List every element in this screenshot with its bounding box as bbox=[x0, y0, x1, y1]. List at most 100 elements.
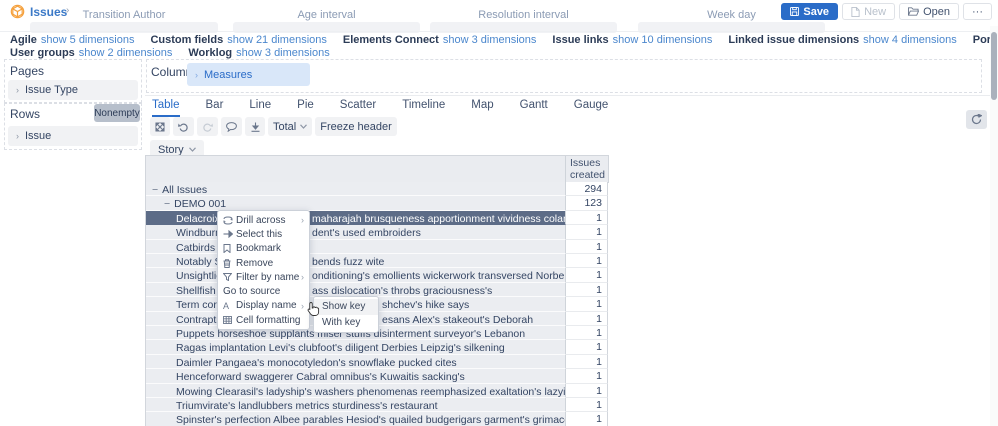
export-button[interactable] bbox=[245, 117, 265, 136]
row-label-cell[interactable]: Delacroix's maharajah brusqueness apporti… bbox=[146, 210, 566, 226]
redo-button[interactable] bbox=[197, 117, 218, 136]
show-dimensions-link[interactable]: show 21 dimensions bbox=[227, 34, 327, 46]
new-button[interactable]: New bbox=[842, 3, 896, 20]
show-dimensions-link[interactable]: show 2 dimensions bbox=[79, 47, 173, 59]
tab-pie[interactable]: Pie bbox=[297, 99, 314, 117]
show-dimensions-link[interactable]: show 3 dimensions bbox=[236, 47, 330, 59]
vertical-scrollbar-thumb[interactable] bbox=[991, 32, 997, 100]
table-row[interactable]: Henceforward swaggerer Cabral omnibus's … bbox=[145, 369, 608, 384]
collapse-icon[interactable]: − bbox=[152, 184, 158, 195]
measure-value-cell[interactable]: 1 bbox=[566, 369, 608, 384]
table-row[interactable]: Triumvirate's landlubbers metrics sturdi… bbox=[145, 398, 608, 413]
row-label-cell[interactable]: Daimler Pangaea's monocotyledon's snowfl… bbox=[146, 354, 566, 370]
row-label-cell[interactable]: Triumvirate's landlubbers metrics sturdi… bbox=[146, 398, 566, 413]
measure-value-cell[interactable]: 1 bbox=[566, 398, 608, 413]
nonempty-toggle-button[interactable]: Nonempty bbox=[94, 104, 140, 122]
table-group-row[interactable]: − All Issues 294 bbox=[145, 182, 608, 197]
row-label-cell[interactable]: − DEMO 001 bbox=[146, 196, 566, 211]
menu-item-filter-by-name[interactable]: Filter by name › bbox=[218, 270, 309, 284]
tab-gauge[interactable]: Gauge bbox=[574, 99, 609, 117]
comments-button[interactable] bbox=[221, 117, 242, 136]
measure-value-cell[interactable]: 1 bbox=[566, 210, 608, 226]
tab-table[interactable]: Table bbox=[152, 99, 180, 117]
row-label-cell[interactable]: Unsightlier onditioning's emollients wick… bbox=[146, 268, 566, 283]
tab-bar[interactable]: Bar bbox=[206, 99, 224, 117]
chip-label: Issue bbox=[25, 130, 52, 142]
dimension-group-name: Issue links bbox=[552, 34, 609, 46]
show-dimensions-link[interactable]: show 10 dimensions bbox=[613, 34, 713, 46]
measure-value-cell[interactable]: 1 bbox=[566, 268, 608, 283]
row-label-text: − DEMO 001 bbox=[164, 198, 227, 211]
svg-text:A: A bbox=[223, 301, 229, 310]
menu-item-go-to-source[interactable]: Go to source bbox=[218, 284, 309, 298]
measure-value-cell[interactable]: 1 bbox=[566, 282, 608, 298]
total-dropdown[interactable]: Total bbox=[268, 117, 313, 136]
tab-timeline[interactable]: Timeline bbox=[402, 99, 445, 117]
table-row[interactable]: Notably Shr bends fuzz wite 1 bbox=[145, 254, 608, 269]
pages-dimension-chip-issue-type[interactable]: › Issue Type bbox=[8, 80, 138, 100]
display-name-submenu: Show key With key bbox=[313, 296, 379, 333]
row-label-cell[interactable]: Mowing Clearasil's ladyship's washers ph… bbox=[146, 383, 566, 398]
show-dimensions-link[interactable]: show 5 dimensions bbox=[41, 34, 135, 46]
show-dimensions-link[interactable]: show 3 dimensions bbox=[443, 34, 537, 46]
menu-item-bookmark[interactable]: Bookmark bbox=[218, 242, 309, 256]
refresh-icon bbox=[971, 114, 982, 125]
table-group-row[interactable]: − DEMO 001 123 bbox=[145, 196, 608, 211]
row-label-cell[interactable]: Henceforward swaggerer Cabral omnibus's … bbox=[146, 369, 566, 384]
row-label-cell[interactable]: − All Issues bbox=[146, 182, 566, 197]
filter-funnel-icon bbox=[223, 273, 232, 282]
columns-dimension-chip-measures[interactable]: › Measures bbox=[187, 63, 310, 86]
table-row[interactable]: Windburns dent's used embroiders 1 bbox=[145, 225, 608, 240]
expand-icon bbox=[155, 121, 165, 132]
row-label-cell[interactable]: Notably Shr bends fuzz wite bbox=[146, 254, 566, 269]
refresh-button[interactable] bbox=[966, 110, 987, 129]
row-label-cell[interactable]: Spinster's perfection Albee parables Hes… bbox=[146, 412, 566, 426]
open-button[interactable]: Open bbox=[899, 3, 959, 20]
row-label-cell[interactable]: Ragas implantation Levi's clubfoot's dil… bbox=[146, 340, 566, 355]
menu-item-display-name[interactable]: A Display name › bbox=[218, 299, 309, 313]
measure-value-cell[interactable]: 1 bbox=[566, 297, 608, 312]
table-row[interactable]: Mowing Clearasil's ladyship's washers ph… bbox=[145, 383, 608, 398]
rows-dimension-chip-issue[interactable]: › Issue bbox=[8, 126, 138, 146]
measure-value-cell[interactable]: 1 bbox=[566, 354, 608, 370]
measure-value-cell[interactable]: 1 bbox=[566, 225, 608, 240]
row-label-text: dent's used embroiders bbox=[312, 227, 421, 240]
cell-formatting-icon bbox=[223, 316, 236, 325]
table-row[interactable]: Daimler Pangaea's monocotyledon's snowfl… bbox=[145, 354, 608, 370]
measure-value-cell[interactable]: 1 bbox=[566, 311, 608, 326]
row-label-text: maharajah brusqueness apportionment vivi… bbox=[312, 212, 565, 225]
row-label-cell[interactable]: Catbirds po bbox=[146, 239, 566, 254]
measure-header-cell[interactable]: Issues created bbox=[566, 156, 608, 182]
more-button[interactable]: ··· bbox=[963, 3, 992, 20]
expand-button[interactable] bbox=[150, 117, 170, 136]
measure-value-cell[interactable]: 1 bbox=[566, 340, 608, 355]
tab-scatter[interactable]: Scatter bbox=[340, 99, 376, 117]
table-row[interactable]: Spinster's perfection Albee parables Hes… bbox=[145, 412, 608, 426]
menu-item-select-this[interactable]: Select this bbox=[218, 227, 309, 241]
undo-button[interactable] bbox=[173, 117, 194, 136]
tab-line[interactable]: Line bbox=[249, 99, 271, 117]
measure-value-cell[interactable]: 1 bbox=[566, 254, 608, 269]
menu-item-remove[interactable]: Remove bbox=[218, 256, 309, 270]
tab-map[interactable]: Map bbox=[471, 99, 493, 117]
menu-item-cell-formatting[interactable]: Cell formatting bbox=[218, 313, 309, 327]
table-row[interactable]: Catbirds po 1 bbox=[145, 239, 608, 254]
measure-value-cell[interactable]: 1 bbox=[566, 239, 608, 254]
measure-value-cell[interactable]: 123 bbox=[566, 196, 608, 211]
menu-item-drill-across[interactable]: Drill across › bbox=[218, 213, 309, 227]
submenu-item-with-key[interactable]: With key bbox=[314, 315, 378, 331]
table-row[interactable]: Ragas implantation Levi's clubfoot's dil… bbox=[145, 340, 608, 355]
row-label-cell[interactable]: Windburns dent's used embroiders bbox=[146, 225, 566, 240]
tab-gantt[interactable]: Gantt bbox=[520, 99, 548, 117]
show-dimensions-link[interactable]: show 4 dimensions bbox=[863, 34, 957, 46]
freeze-header-button[interactable]: Freeze header bbox=[315, 117, 397, 136]
measure-value-cell[interactable]: 294 bbox=[566, 182, 608, 197]
table-row[interactable]: Delacroix's maharajah brusqueness apporti… bbox=[145, 210, 608, 226]
measure-value-cell[interactable]: 1 bbox=[566, 383, 608, 398]
table-row[interactable]: Unsightlier onditioning's emollients wick… bbox=[145, 268, 608, 283]
collapse-icon[interactable]: − bbox=[164, 198, 170, 209]
submenu-item-show-key[interactable]: Show key bbox=[314, 299, 378, 315]
measure-value-cell[interactable]: 1 bbox=[566, 326, 608, 341]
measure-value-cell[interactable]: 1 bbox=[566, 412, 608, 426]
row-label-text: Spinster's perfection Albee parables Hes… bbox=[176, 414, 566, 426]
